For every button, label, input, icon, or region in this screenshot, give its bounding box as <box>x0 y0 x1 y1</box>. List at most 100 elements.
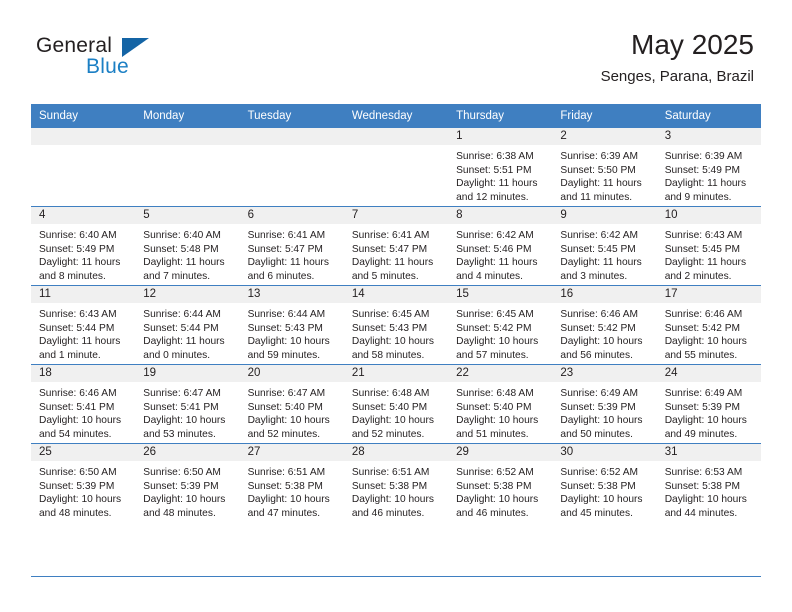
calendar-day-cell[interactable]: 19 Sunrise: 6:47 AM Sunset: 5:41 PM Dayl… <box>135 364 240 444</box>
calendar-week-row: 4 Sunrise: 6:40 AM Sunset: 5:49 PM Dayli… <box>31 206 761 286</box>
calendar-week-row: 18 Sunrise: 6:46 AM Sunset: 5:41 PM Dayl… <box>31 364 761 444</box>
day-details: Sunrise: 6:42 AM Sunset: 5:46 PM Dayligh… <box>448 224 552 283</box>
calendar-day-cell[interactable]: 16 Sunrise: 6:46 AM Sunset: 5:42 PM Dayl… <box>552 285 657 365</box>
day-number: 27 <box>239 444 344 461</box>
weekday-header-friday: Friday <box>552 104 657 128</box>
calendar-day-cell[interactable]: 13 Sunrise: 6:44 AM Sunset: 5:43 PM Dayl… <box>239 285 344 365</box>
day-details: Sunrise: 6:38 AM Sunset: 5:51 PM Dayligh… <box>448 145 552 204</box>
calendar-day-cell[interactable]: 15 Sunrise: 6:45 AM Sunset: 5:42 PM Dayl… <box>448 285 553 365</box>
daylight-text-line2: and 47 minutes. <box>247 507 321 519</box>
day-details: Sunrise: 6:40 AM Sunset: 5:49 PM Dayligh… <box>31 224 135 283</box>
day-details: Sunrise: 6:50 AM Sunset: 5:39 PM Dayligh… <box>135 461 239 520</box>
day-details: Sunrise: 6:44 AM Sunset: 5:43 PM Dayligh… <box>240 303 344 362</box>
calendar-day-cell[interactable]: 22 Sunrise: 6:48 AM Sunset: 5:40 PM Dayl… <box>448 364 553 444</box>
daylight-text-line2: and 11 minutes. <box>560 191 633 203</box>
sunrise-text: Sunrise: 6:50 AM <box>143 467 221 478</box>
calendar-table: Sunday Monday Tuesday Wednesday Thursday… <box>31 104 761 522</box>
daylight-text-line2: and 58 minutes. <box>351 349 425 361</box>
calendar-day-cell[interactable]: 27 Sunrise: 6:51 AM Sunset: 5:38 PM Dayl… <box>239 443 344 522</box>
calendar-day-cell[interactable]: 3 Sunrise: 6:39 AM Sunset: 5:49 PM Dayli… <box>656 127 761 207</box>
daylight-text-line2: and 4 minutes. <box>456 270 523 282</box>
calendar-day-cell[interactable]: 30 Sunrise: 6:52 AM Sunset: 5:38 PM Dayl… <box>552 443 657 522</box>
calendar-day-cell[interactable]: 31 Sunrise: 6:53 AM Sunset: 5:38 PM Dayl… <box>656 443 761 522</box>
sunrise-text: Sunrise: 6:42 AM <box>456 230 534 241</box>
calendar-day-cell[interactable] <box>343 127 449 207</box>
calendar-day-cell[interactable]: 11 Sunrise: 6:43 AM Sunset: 5:44 PM Dayl… <box>31 285 136 365</box>
calendar-day-cell[interactable]: 21 Sunrise: 6:48 AM Sunset: 5:40 PM Dayl… <box>343 364 449 444</box>
sunrise-text: Sunrise: 6:52 AM <box>456 467 534 478</box>
day-number: 18 <box>31 365 136 382</box>
sunrise-text: Sunrise: 6:48 AM <box>456 388 534 399</box>
sunrise-text: Sunrise: 6:46 AM <box>560 309 638 320</box>
calendar-day-cell[interactable]: 25 Sunrise: 6:50 AM Sunset: 5:39 PM Dayl… <box>31 443 136 522</box>
daylight-text-line2: and 54 minutes. <box>39 428 112 440</box>
calendar-day-cell[interactable]: 14 Sunrise: 6:45 AM Sunset: 5:43 PM Dayl… <box>343 285 449 365</box>
day-number: 17 <box>656 286 761 303</box>
daylight-text-line2: and 48 minutes. <box>143 507 216 519</box>
sunrise-text: Sunrise: 6:39 AM <box>560 151 638 162</box>
calendar-day-cell[interactable]: 1 Sunrise: 6:38 AM Sunset: 5:51 PM Dayli… <box>448 127 553 207</box>
calendar-day-cell[interactable]: 28 Sunrise: 6:51 AM Sunset: 5:38 PM Dayl… <box>343 443 449 522</box>
day-number: 2 <box>552 128 657 145</box>
sunset-text: Sunset: 5:42 PM <box>560 322 636 334</box>
sunset-text: Sunset: 5:38 PM <box>456 480 532 492</box>
sunrise-text: Sunrise: 6:40 AM <box>143 230 221 241</box>
calendar-day-cell[interactable]: 6 Sunrise: 6:41 AM Sunset: 5:47 PM Dayli… <box>239 206 344 286</box>
daylight-text-line2: and 59 minutes. <box>247 349 321 361</box>
calendar-day-cell[interactable]: 9 Sunrise: 6:42 AM Sunset: 5:45 PM Dayli… <box>552 206 657 286</box>
sunrise-text: Sunrise: 6:53 AM <box>664 467 743 478</box>
day-details: Sunrise: 6:50 AM Sunset: 5:39 PM Dayligh… <box>31 461 135 520</box>
daylight-text-line2: and 9 minutes. <box>664 191 732 203</box>
sunrise-text: Sunrise: 6:40 AM <box>39 230 117 241</box>
daylight-text-line1: Daylight: 10 hours <box>351 415 434 427</box>
sunrise-text: Sunrise: 6:48 AM <box>351 388 430 399</box>
sunset-text: Sunset: 5:40 PM <box>247 401 323 413</box>
day-details: Sunrise: 6:49 AM Sunset: 5:39 PM Dayligh… <box>552 382 656 441</box>
calendar-day-cell[interactable]: 12 Sunrise: 6:44 AM Sunset: 5:44 PM Dayl… <box>135 285 240 365</box>
day-details: Sunrise: 6:51 AM Sunset: 5:38 PM Dayligh… <box>344 461 448 520</box>
calendar-day-cell[interactable]: 8 Sunrise: 6:42 AM Sunset: 5:46 PM Dayli… <box>448 206 553 286</box>
sunrise-text: Sunrise: 6:52 AM <box>560 467 638 478</box>
sunset-text: Sunset: 5:39 PM <box>560 401 636 413</box>
calendar-day-cell[interactable] <box>31 127 136 207</box>
calendar-day-cell[interactable]: 4 Sunrise: 6:40 AM Sunset: 5:49 PM Dayli… <box>31 206 136 286</box>
weekday-header-saturday: Saturday <box>656 104 761 128</box>
daylight-text-line2: and 7 minutes. <box>143 270 211 282</box>
calendar-day-cell[interactable]: 24 Sunrise: 6:49 AM Sunset: 5:39 PM Dayl… <box>656 364 761 444</box>
daylight-text-line1: Daylight: 10 hours <box>456 494 539 506</box>
day-number: 21 <box>343 365 449 382</box>
calendar-day-cell[interactable] <box>135 127 240 207</box>
general-blue-logo[interactable]: General Blue <box>36 34 176 84</box>
day-number: 9 <box>552 207 657 224</box>
day-number: 5 <box>135 207 240 224</box>
calendar-day-cell[interactable]: 10 Sunrise: 6:43 AM Sunset: 5:45 PM Dayl… <box>656 206 761 286</box>
sunset-text: Sunset: 5:42 PM <box>664 322 741 334</box>
calendar-week-row: 1 Sunrise: 6:38 AM Sunset: 5:51 PM Dayli… <box>31 127 761 207</box>
day-details: Sunrise: 6:41 AM Sunset: 5:47 PM Dayligh… <box>344 224 448 283</box>
sunset-text: Sunset: 5:48 PM <box>143 243 219 255</box>
calendar-day-cell[interactable]: 29 Sunrise: 6:52 AM Sunset: 5:38 PM Dayl… <box>448 443 553 522</box>
calendar-day-cell[interactable]: 7 Sunrise: 6:41 AM Sunset: 5:47 PM Dayli… <box>343 206 449 286</box>
calendar-header-row: Sunday Monday Tuesday Wednesday Thursday… <box>31 104 761 128</box>
day-number: 28 <box>343 444 449 461</box>
sunset-text: Sunset: 5:43 PM <box>351 322 428 334</box>
calendar-day-cell[interactable]: 20 Sunrise: 6:47 AM Sunset: 5:40 PM Dayl… <box>239 364 344 444</box>
sunset-text: Sunset: 5:51 PM <box>456 164 532 176</box>
sunset-text: Sunset: 5:47 PM <box>247 243 323 255</box>
calendar-day-cell[interactable]: 5 Sunrise: 6:40 AM Sunset: 5:48 PM Dayli… <box>135 206 240 286</box>
calendar-day-cell[interactable]: 17 Sunrise: 6:46 AM Sunset: 5:42 PM Dayl… <box>656 285 761 365</box>
sunset-text: Sunset: 5:47 PM <box>351 243 428 255</box>
sunrise-text: Sunrise: 6:45 AM <box>351 309 430 320</box>
calendar-day-cell[interactable]: 18 Sunrise: 6:46 AM Sunset: 5:41 PM Dayl… <box>31 364 136 444</box>
calendar-day-cell[interactable]: 26 Sunrise: 6:50 AM Sunset: 5:39 PM Dayl… <box>135 443 240 522</box>
daylight-text-line2: and 46 minutes. <box>456 507 529 519</box>
calendar-day-cell[interactable]: 2 Sunrise: 6:39 AM Sunset: 5:50 PM Dayli… <box>552 127 657 207</box>
daylight-text-line1: Daylight: 11 hours <box>247 257 329 269</box>
daylight-text-line2: and 44 minutes. <box>664 507 738 519</box>
daylight-text-line1: Daylight: 11 hours <box>39 257 121 269</box>
calendar-day-cell[interactable]: 23 Sunrise: 6:49 AM Sunset: 5:39 PM Dayl… <box>552 364 657 444</box>
sunset-text: Sunset: 5:45 PM <box>560 243 636 255</box>
day-details: Sunrise: 6:47 AM Sunset: 5:40 PM Dayligh… <box>240 382 344 441</box>
day-details: Sunrise: 6:52 AM Sunset: 5:38 PM Dayligh… <box>448 461 552 520</box>
calendar-day-cell[interactable] <box>239 127 344 207</box>
